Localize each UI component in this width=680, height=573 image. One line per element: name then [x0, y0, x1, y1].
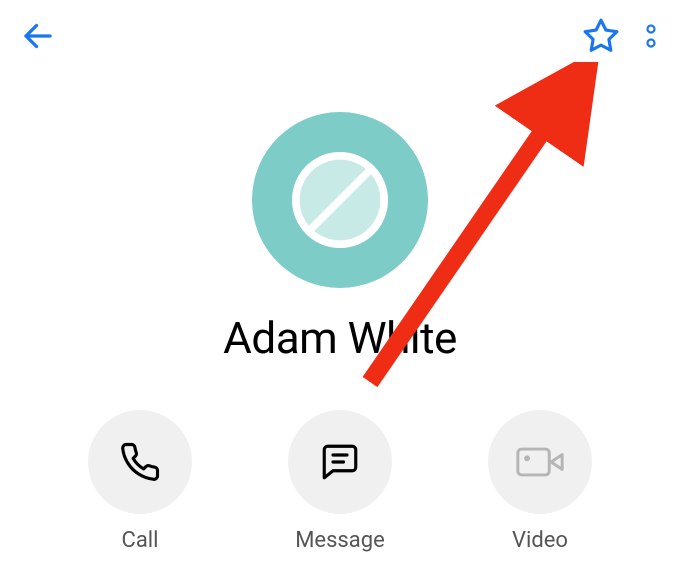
- call-circle: [88, 410, 192, 514]
- video-button[interactable]: Video: [455, 410, 625, 553]
- avatar[interactable]: [252, 112, 428, 288]
- video-circle: [488, 410, 592, 514]
- blocked-icon: [292, 152, 388, 248]
- video-label: Video: [512, 528, 568, 553]
- header-left: [20, 18, 56, 54]
- more-menu-button[interactable]: [642, 19, 660, 53]
- back-button[interactable]: [20, 18, 56, 54]
- favorite-button[interactable]: [582, 17, 620, 55]
- call-label: Call: [122, 528, 159, 553]
- more-vertical-icon: [642, 19, 660, 53]
- star-outline-icon: [582, 17, 620, 55]
- contact-header: [0, 0, 680, 72]
- call-button[interactable]: Call: [55, 410, 225, 553]
- contact-profile: Adam White: [0, 112, 680, 364]
- message-circle: [288, 410, 392, 514]
- message-icon: [319, 441, 361, 483]
- message-label: Message: [295, 528, 385, 553]
- avatar-inner: [292, 152, 388, 248]
- back-arrow-icon: [20, 18, 56, 54]
- action-row: Call Message Video: [0, 410, 680, 553]
- message-button[interactable]: Message: [255, 410, 425, 553]
- video-icon: [516, 441, 564, 483]
- header-right: [582, 17, 660, 55]
- contact-name: Adam White: [223, 312, 457, 364]
- phone-icon: [119, 441, 161, 483]
